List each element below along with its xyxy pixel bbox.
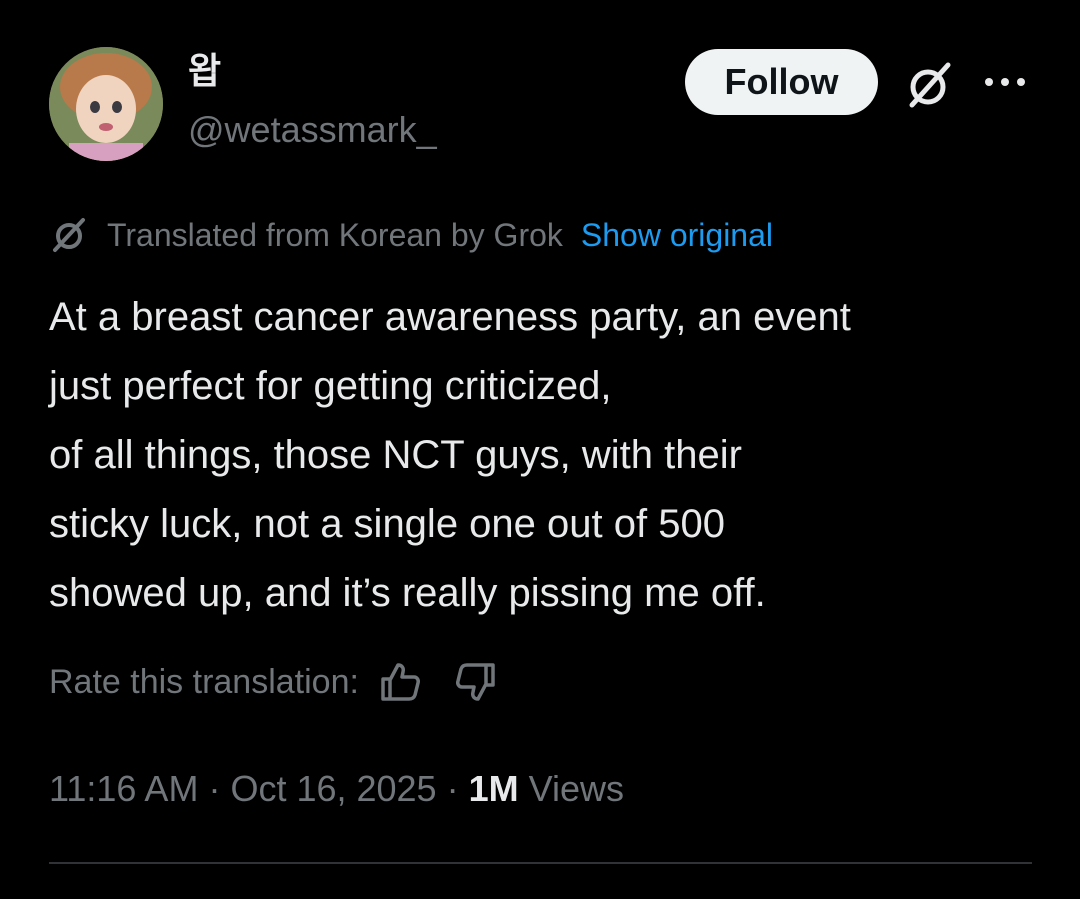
grok-icon[interactable] <box>904 59 956 111</box>
grok-translate-icon <box>49 216 91 254</box>
views-count[interactable]: 1M <box>469 768 519 810</box>
user-handle[interactable]: @wetassmark_ <box>188 112 437 148</box>
translation-label: Translated from Korean by Grok <box>107 216 563 253</box>
meta-separator: · <box>436 768 469 809</box>
more-icon[interactable] <box>980 60 1030 104</box>
avatar-image <box>49 47 163 161</box>
meta-separator: · <box>198 768 231 809</box>
tweet-line: just perfect for getting criticized, <box>49 364 612 408</box>
avatar[interactable] <box>49 47 163 161</box>
views-label: Views <box>518 768 624 809</box>
follow-button[interactable]: Follow <box>685 49 878 115</box>
rate-label: Rate this translation: <box>49 662 359 701</box>
divider <box>49 862 1032 864</box>
show-original-link[interactable]: Show original <box>581 217 773 254</box>
tweet-text: At a breast cancer awareness party, an e… <box>49 283 1049 628</box>
tweet-line: showed up, and it’s really pissing me of… <box>49 571 766 615</box>
rate-translation: Rate this translation: <box>49 660 497 704</box>
tweet-date[interactable]: Oct 16, 2025 <box>230 768 436 810</box>
tweet-line: of all things, those NCT guys, with thei… <box>49 433 742 477</box>
thumbs-up-icon[interactable] <box>379 661 421 703</box>
tweet-line: At a breast cancer awareness party, an e… <box>49 295 851 339</box>
display-name[interactable]: 왑 <box>188 54 221 90</box>
tweet-time[interactable]: 11:16 AM <box>49 768 198 810</box>
tweet-meta: 11:16 AM · Oct 16, 2025 · 1M Views <box>49 767 624 811</box>
tweet-line: sticky luck, not a single one out of 500 <box>49 502 725 546</box>
thumbs-down-icon[interactable] <box>455 661 497 703</box>
translation-bar: Translated from Korean by Grok Show orig… <box>49 216 773 254</box>
